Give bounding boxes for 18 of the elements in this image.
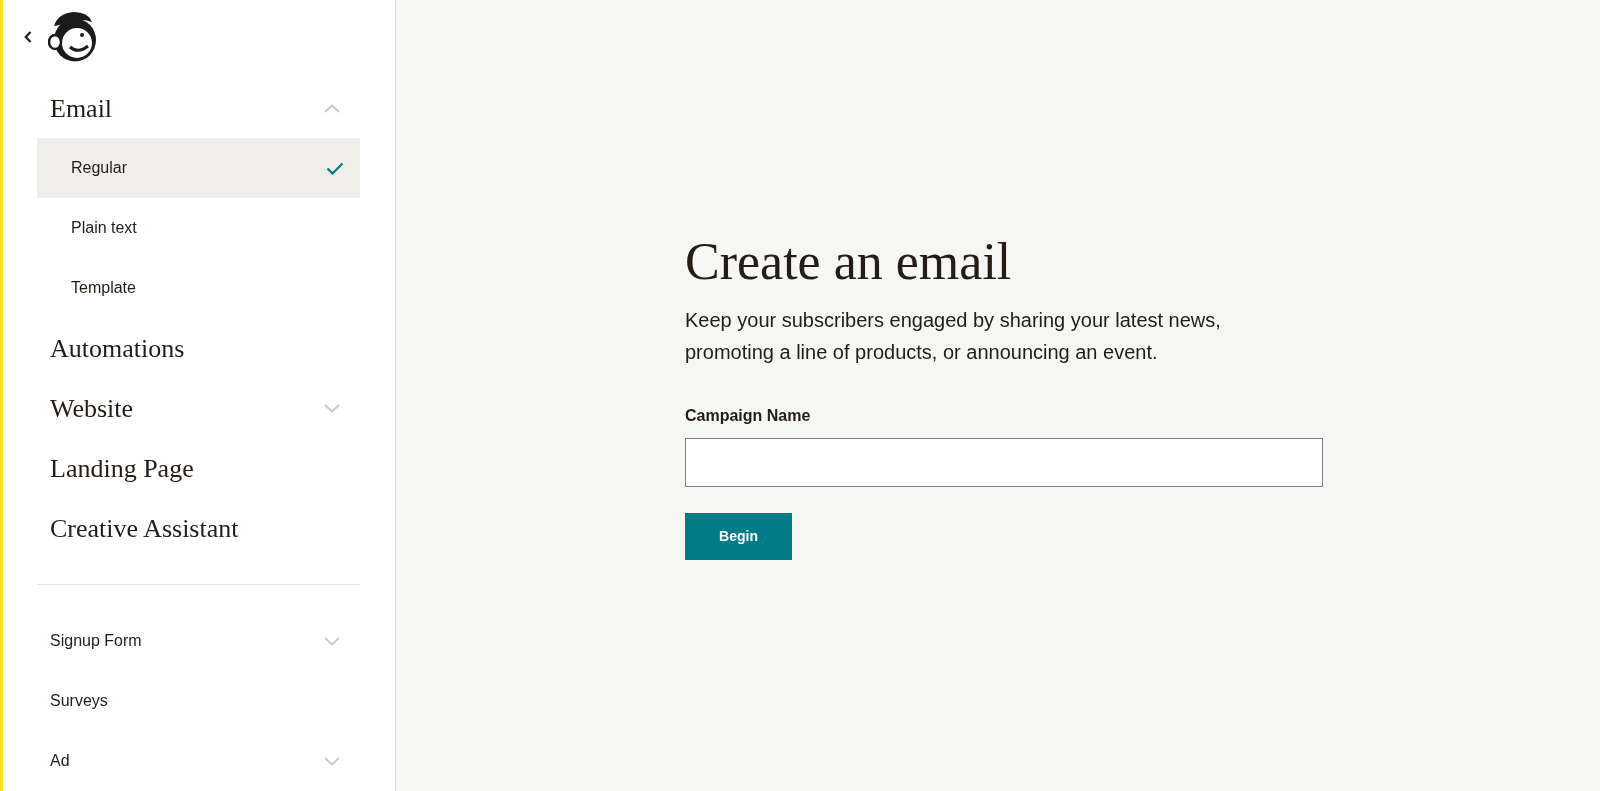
nav-link[interactable]: Creative Assistant <box>50 508 239 548</box>
checkmark-icon <box>326 161 344 175</box>
chevron-left-icon <box>24 31 32 43</box>
nav-link[interactable]: Ad <box>50 749 70 773</box>
nav-link[interactable]: Signup Form <box>50 629 142 653</box>
begin-button[interactable]: Begin <box>685 512 792 560</box>
logo-icon <box>48 10 98 63</box>
nav-link[interactable]: Landing Page <box>50 448 194 488</box>
submenu-item[interactable]: Regular <box>37 138 360 199</box>
nav-link[interactable]: Email <box>50 88 113 128</box>
field-label: Campaign Name <box>685 405 812 426</box>
campaign-name-input[interactable] <box>685 437 1323 487</box>
description-text: Keep your subscribers engaged by sharing your latest news, promoting a line of products, or announcing an event. <box>685 307 1222 365</box>
nav-link[interactable]: Website <box>50 388 134 428</box>
back-button[interactable] <box>23 30 33 44</box>
nav-link[interactable]: Surveys <box>50 689 108 713</box>
page-title: Create an email <box>685 231 1013 292</box>
nav-link[interactable]: Automations <box>50 328 185 368</box>
